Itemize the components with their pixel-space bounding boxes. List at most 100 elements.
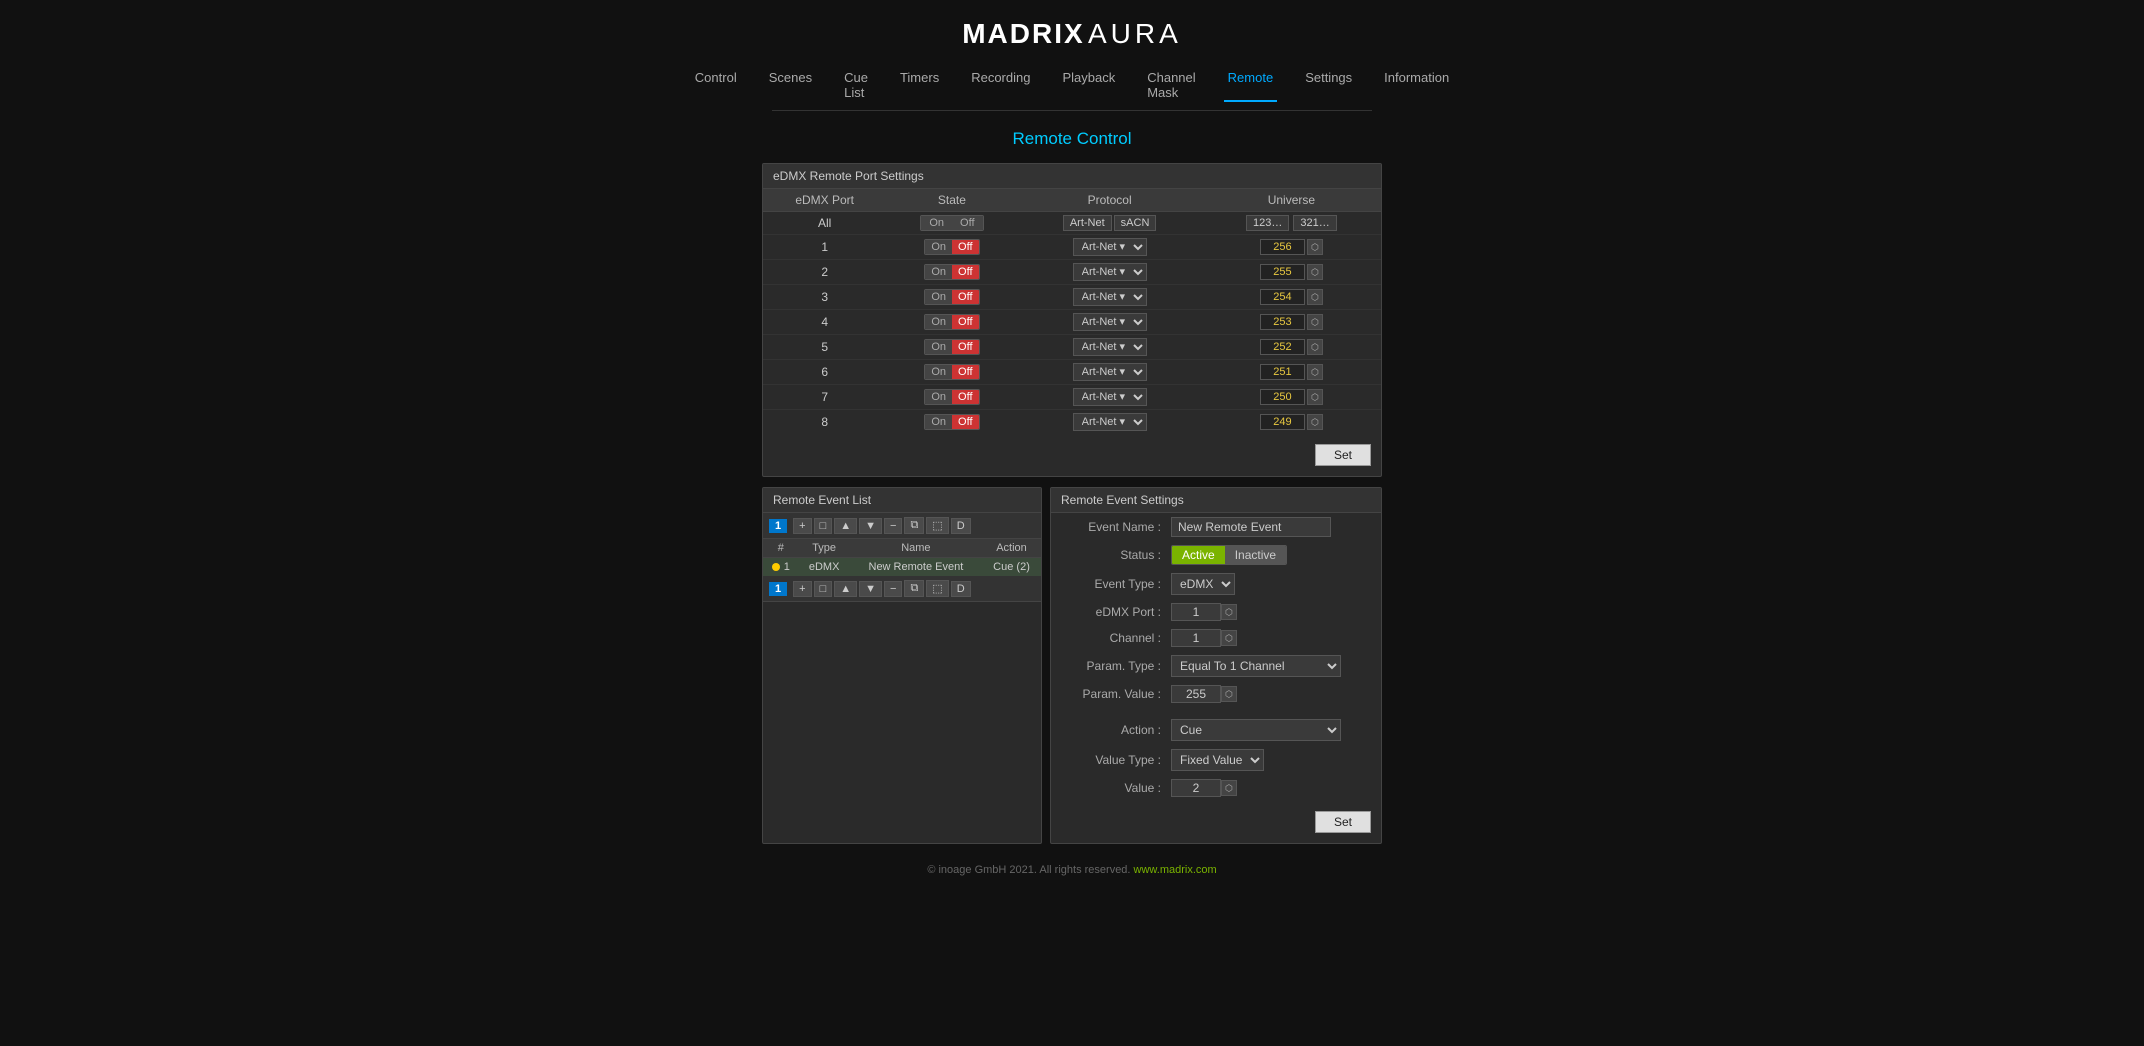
- protocol-select[interactable]: Art-Net ▾: [1073, 238, 1147, 256]
- tb-ungroup[interactable]: ⬚: [926, 517, 948, 534]
- footer-link[interactable]: www.madrix.com: [1134, 864, 1217, 876]
- tb2-down[interactable]: ▼: [859, 581, 882, 597]
- state-toggle[interactable]: OnOff: [924, 264, 979, 280]
- edMX-set-button[interactable]: Set: [1315, 444, 1371, 466]
- protocol-select[interactable]: Art-Net ▾: [1073, 388, 1147, 406]
- table-row[interactable]: 1 eDMX New Remote Event Cue (2): [763, 558, 1041, 577]
- universe-input[interactable]: [1260, 364, 1305, 380]
- nav-item-cue-list[interactable]: Cue List: [840, 68, 872, 102]
- tb2-add[interactable]: +: [793, 581, 811, 597]
- all-sacn-btn[interactable]: sACN: [1114, 215, 1157, 231]
- nav-item-channel-mask[interactable]: Channel Mask: [1143, 68, 1199, 102]
- protocol-select[interactable]: Art-Net ▾: [1073, 413, 1147, 431]
- value-spin-btn[interactable]: ⬡: [1221, 780, 1237, 796]
- nav-item-settings[interactable]: Settings: [1301, 68, 1356, 102]
- state-toggle[interactable]: OnOff: [924, 389, 979, 405]
- tb2-remove[interactable]: −: [884, 581, 902, 597]
- param-type-select[interactable]: Equal To 1 Channel: [1171, 655, 1341, 677]
- channel-spin-btn[interactable]: ⬡: [1221, 630, 1237, 646]
- universe-input[interactable]: [1260, 239, 1305, 255]
- settings-set-button[interactable]: Set: [1315, 811, 1371, 833]
- tb2-up[interactable]: ▲: [834, 581, 857, 597]
- protocol-select[interactable]: Art-Net ▾: [1073, 363, 1147, 381]
- universe-input[interactable]: [1260, 339, 1305, 355]
- state-toggle[interactable]: OnOff: [924, 239, 979, 255]
- channel-input[interactable]: [1171, 629, 1221, 647]
- tb-add[interactable]: +: [793, 518, 811, 534]
- status-inactive-btn[interactable]: Inactive: [1225, 546, 1286, 564]
- value-type-select[interactable]: Fixed Value: [1171, 749, 1264, 771]
- all-state-toggle[interactable]: On Off: [920, 215, 983, 231]
- universe-spin[interactable]: ⬡: [1307, 389, 1323, 405]
- on-btn[interactable]: On: [925, 415, 952, 429]
- universe-spin[interactable]: ⬡: [1307, 364, 1323, 380]
- on-btn[interactable]: On: [925, 290, 952, 304]
- protocol-select[interactable]: Art-Net ▾: [1073, 313, 1147, 331]
- tb2-ungroup[interactable]: ⬚: [926, 580, 948, 597]
- on-btn[interactable]: On: [925, 365, 952, 379]
- tb2-d[interactable]: D: [951, 581, 971, 597]
- off-btn[interactable]: Off: [952, 290, 978, 304]
- on-btn[interactable]: On: [925, 340, 952, 354]
- edMX-port-spin-btn[interactable]: ⬡: [1221, 604, 1237, 620]
- protocol-select[interactable]: Art-Net ▾: [1073, 263, 1147, 281]
- state-toggle[interactable]: OnOff: [924, 364, 979, 380]
- value-input[interactable]: [1171, 779, 1221, 797]
- nav-item-control[interactable]: Control: [691, 68, 741, 102]
- on-btn[interactable]: On: [925, 240, 952, 254]
- event-name-input[interactable]: [1171, 517, 1331, 537]
- all-univ2-btn[interactable]: 321…: [1293, 215, 1336, 231]
- universe-spin[interactable]: ⬡: [1307, 314, 1323, 330]
- universe-spin[interactable]: ⬡: [1307, 239, 1323, 255]
- tb2-copy[interactable]: □: [814, 581, 833, 597]
- nav-item-recording[interactable]: Recording: [967, 68, 1034, 102]
- all-artnet-btn[interactable]: Art-Net: [1063, 215, 1112, 231]
- universe-spin[interactable]: ⬡: [1307, 414, 1323, 430]
- on-btn[interactable]: On: [925, 315, 952, 329]
- tb-d[interactable]: D: [951, 518, 971, 534]
- off-btn[interactable]: Off: [952, 390, 978, 404]
- protocol-select[interactable]: Art-Net ▾: [1073, 288, 1147, 306]
- off-btn[interactable]: Off: [952, 265, 978, 279]
- off-btn[interactable]: Off: [952, 240, 978, 254]
- nav-item-scenes[interactable]: Scenes: [765, 68, 816, 102]
- nav-item-information[interactable]: Information: [1380, 68, 1453, 102]
- off-btn[interactable]: Off: [952, 340, 978, 354]
- edMX-port-input[interactable]: [1171, 603, 1221, 621]
- on-btn[interactable]: On: [925, 265, 952, 279]
- state-toggle[interactable]: OnOff: [924, 289, 979, 305]
- status-active-btn[interactable]: Active: [1172, 546, 1225, 564]
- all-univ1-btn[interactable]: 123…: [1246, 215, 1289, 231]
- on-btn[interactable]: On: [925, 390, 952, 404]
- tb-remove[interactable]: −: [884, 518, 902, 534]
- event-type-select[interactable]: eDMX: [1171, 573, 1235, 595]
- state-toggle[interactable]: OnOff: [924, 414, 979, 430]
- all-on-btn[interactable]: On: [921, 216, 952, 230]
- off-btn[interactable]: Off: [952, 365, 978, 379]
- off-btn[interactable]: Off: [952, 315, 978, 329]
- universe-input[interactable]: [1260, 289, 1305, 305]
- tb-group[interactable]: ⧉: [904, 517, 924, 534]
- universe-spin[interactable]: ⬡: [1307, 264, 1323, 280]
- action-select[interactable]: Cue: [1171, 719, 1341, 741]
- nav-item-playback[interactable]: Playback: [1058, 68, 1119, 102]
- tb-down[interactable]: ▼: [859, 518, 882, 534]
- universe-spin[interactable]: ⬡: [1307, 289, 1323, 305]
- all-off-btn[interactable]: Off: [952, 216, 982, 230]
- universe-spin[interactable]: ⬡: [1307, 339, 1323, 355]
- nav-item-timers[interactable]: Timers: [896, 68, 943, 102]
- tb2-group[interactable]: ⧉: [904, 580, 924, 597]
- state-toggle[interactable]: OnOff: [924, 339, 979, 355]
- universe-input[interactable]: [1260, 389, 1305, 405]
- state-toggle[interactable]: OnOff: [924, 314, 979, 330]
- nav-item-remote[interactable]: Remote: [1224, 68, 1278, 102]
- protocol-select[interactable]: Art-Net ▾: [1073, 338, 1147, 356]
- universe-input[interactable]: [1260, 414, 1305, 430]
- param-value-input[interactable]: [1171, 685, 1221, 703]
- off-btn[interactable]: Off: [952, 415, 978, 429]
- universe-input[interactable]: [1260, 264, 1305, 280]
- tb-up[interactable]: ▲: [834, 518, 857, 534]
- universe-input[interactable]: [1260, 314, 1305, 330]
- param-value-spin-btn[interactable]: ⬡: [1221, 686, 1237, 702]
- tb-copy[interactable]: □: [814, 518, 833, 534]
